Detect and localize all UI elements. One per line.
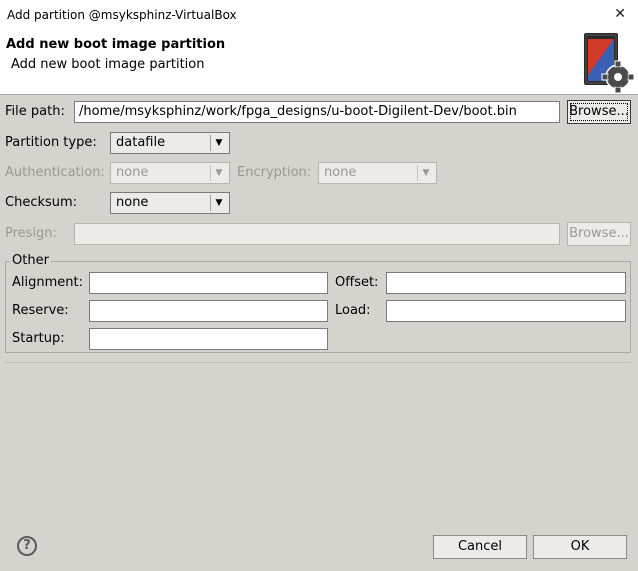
banner-heading: Add new boot image partition (6, 37, 226, 52)
file-path-browse-button[interactable]: Browse... (567, 100, 631, 124)
offset-input[interactable] (386, 272, 626, 294)
startup-input[interactable] (89, 328, 328, 350)
help-icon[interactable]: ? (17, 536, 37, 556)
close-icon[interactable]: ✕ (614, 6, 626, 22)
checksum-value: none (116, 195, 149, 210)
chevron-down-icon[interactable]: ▼ (210, 135, 227, 151)
authentication-value: none (116, 165, 149, 180)
file-path-input[interactable]: /home/msyksphinz/work/fpga_designs/u-boo… (74, 101, 560, 123)
offset-label: Offset: (335, 275, 379, 290)
checksum-label: Checksum: (5, 195, 78, 210)
presign-label: Presign: (5, 226, 57, 241)
boot-image-gear-icon (584, 33, 634, 93)
partition-type-select[interactable]: datafile ▼ (110, 132, 230, 154)
reserve-label: Reserve: (12, 303, 69, 318)
startup-label: Startup: (12, 331, 65, 346)
window-title: Add partition @msyksphinz-VirtualBox (7, 8, 237, 22)
chevron-down-icon[interactable]: ▼ (210, 165, 227, 181)
presign-input[interactable] (74, 223, 560, 245)
cancel-button[interactable]: Cancel (433, 535, 527, 559)
header-banner: Add new boot image partition Add new boo… (0, 31, 638, 95)
reserve-input[interactable] (89, 300, 328, 322)
title-bar: Add partition @msyksphinz-VirtualBox ✕ (0, 0, 638, 32)
authentication-select[interactable]: none ▼ (110, 162, 230, 184)
encryption-label: Encryption: (237, 165, 312, 180)
checksum-select[interactable]: none ▼ (110, 192, 230, 214)
presign-browse-button[interactable]: Browse... (567, 222, 631, 246)
encryption-select[interactable]: none ▼ (318, 162, 437, 184)
encryption-value: none (324, 165, 357, 180)
authentication-label: Authentication: (5, 165, 105, 180)
other-group-title: Other (10, 253, 51, 268)
file-path-label: File path: (5, 104, 65, 119)
load-input[interactable] (386, 300, 626, 322)
ok-button[interactable]: OK (533, 535, 627, 559)
alignment-input[interactable] (89, 272, 328, 294)
partition-type-label: Partition type: (5, 135, 97, 150)
alignment-label: Alignment: (12, 275, 83, 290)
chevron-down-icon[interactable]: ▼ (210, 195, 227, 211)
chevron-down-icon[interactable]: ▼ (417, 165, 434, 181)
load-label: Load: (335, 303, 371, 318)
banner-subheading: Add new boot image partition (11, 57, 205, 72)
separator (5, 362, 631, 363)
partition-type-value: datafile (116, 135, 166, 150)
